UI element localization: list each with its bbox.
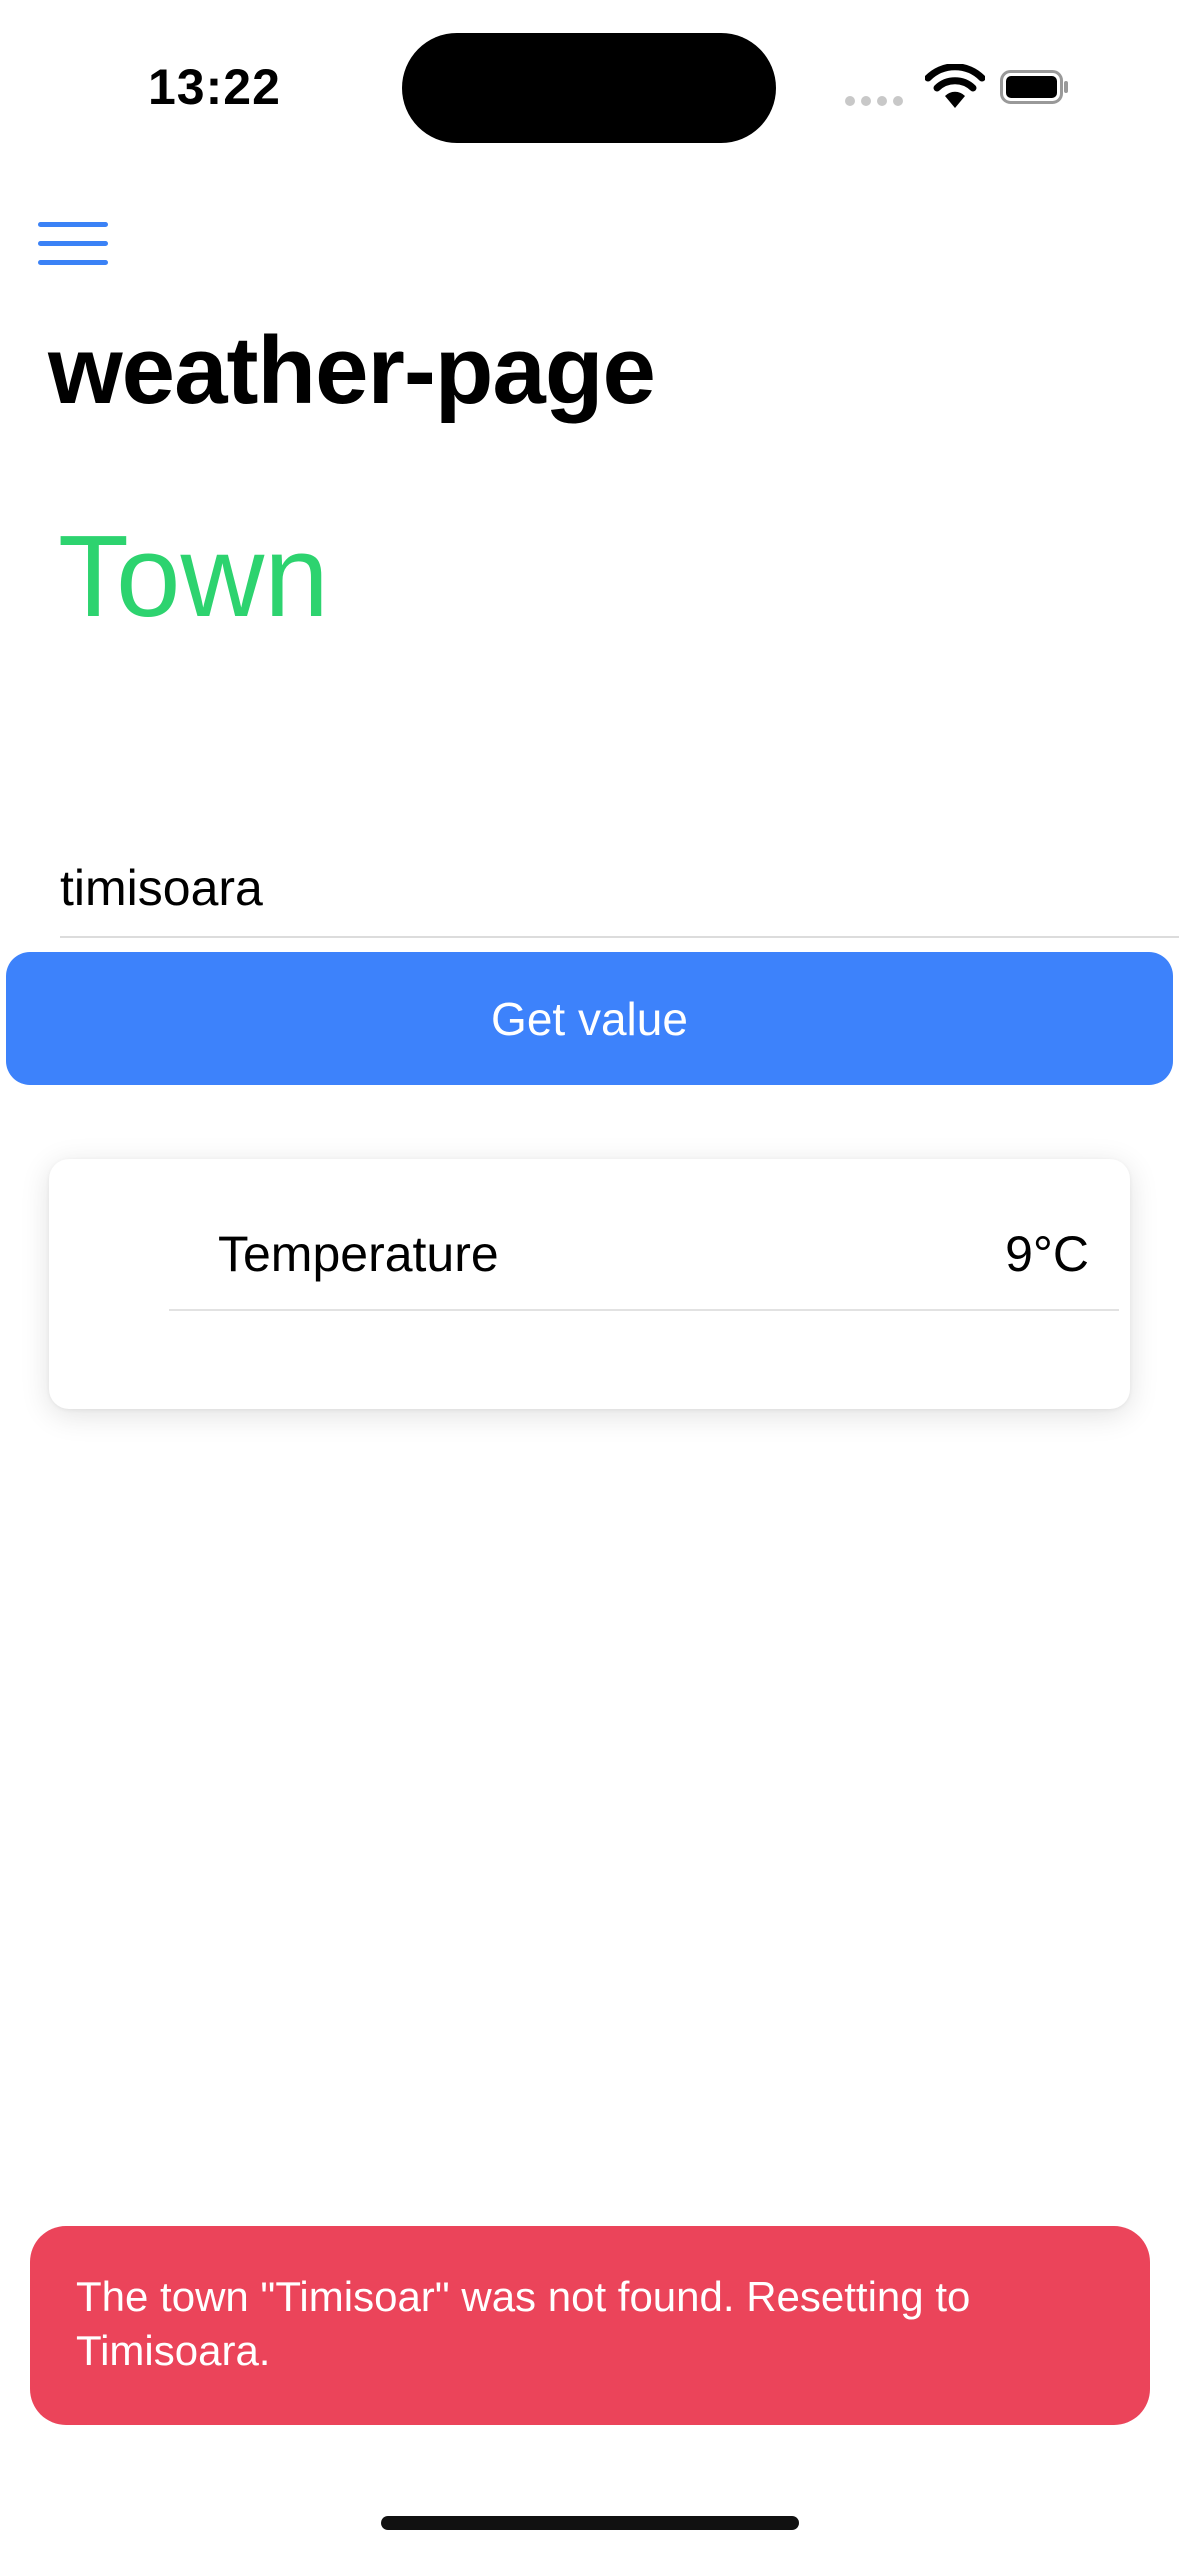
wifi-icon bbox=[925, 64, 985, 108]
weather-card: Temperature 9°C bbox=[49, 1159, 1130, 1409]
home-indicator[interactable] bbox=[381, 2516, 799, 2530]
battery-icon bbox=[1000, 70, 1068, 104]
temperature-value: 9°C bbox=[1005, 1226, 1089, 1282]
status-bar: 13:22 bbox=[0, 0, 1179, 170]
error-toast: The town "Timisoar" was not found. Reset… bbox=[30, 2226, 1150, 2425]
toast-message: The town "Timisoar" was not found. Reset… bbox=[76, 2273, 971, 2374]
temperature-row: Temperature 9°C bbox=[169, 1215, 1119, 1311]
town-input[interactable] bbox=[60, 840, 1179, 938]
temperature-label: Temperature bbox=[218, 1226, 499, 1282]
dynamic-island bbox=[402, 33, 776, 143]
status-time: 13:22 bbox=[148, 59, 281, 115]
get-value-button[interactable]: Get value bbox=[6, 952, 1173, 1085]
hamburger-menu-icon[interactable] bbox=[38, 222, 110, 266]
cellular-signal-icon bbox=[845, 96, 903, 106]
page-title: weather-page bbox=[48, 317, 656, 424]
town-heading: Town bbox=[58, 511, 329, 641]
